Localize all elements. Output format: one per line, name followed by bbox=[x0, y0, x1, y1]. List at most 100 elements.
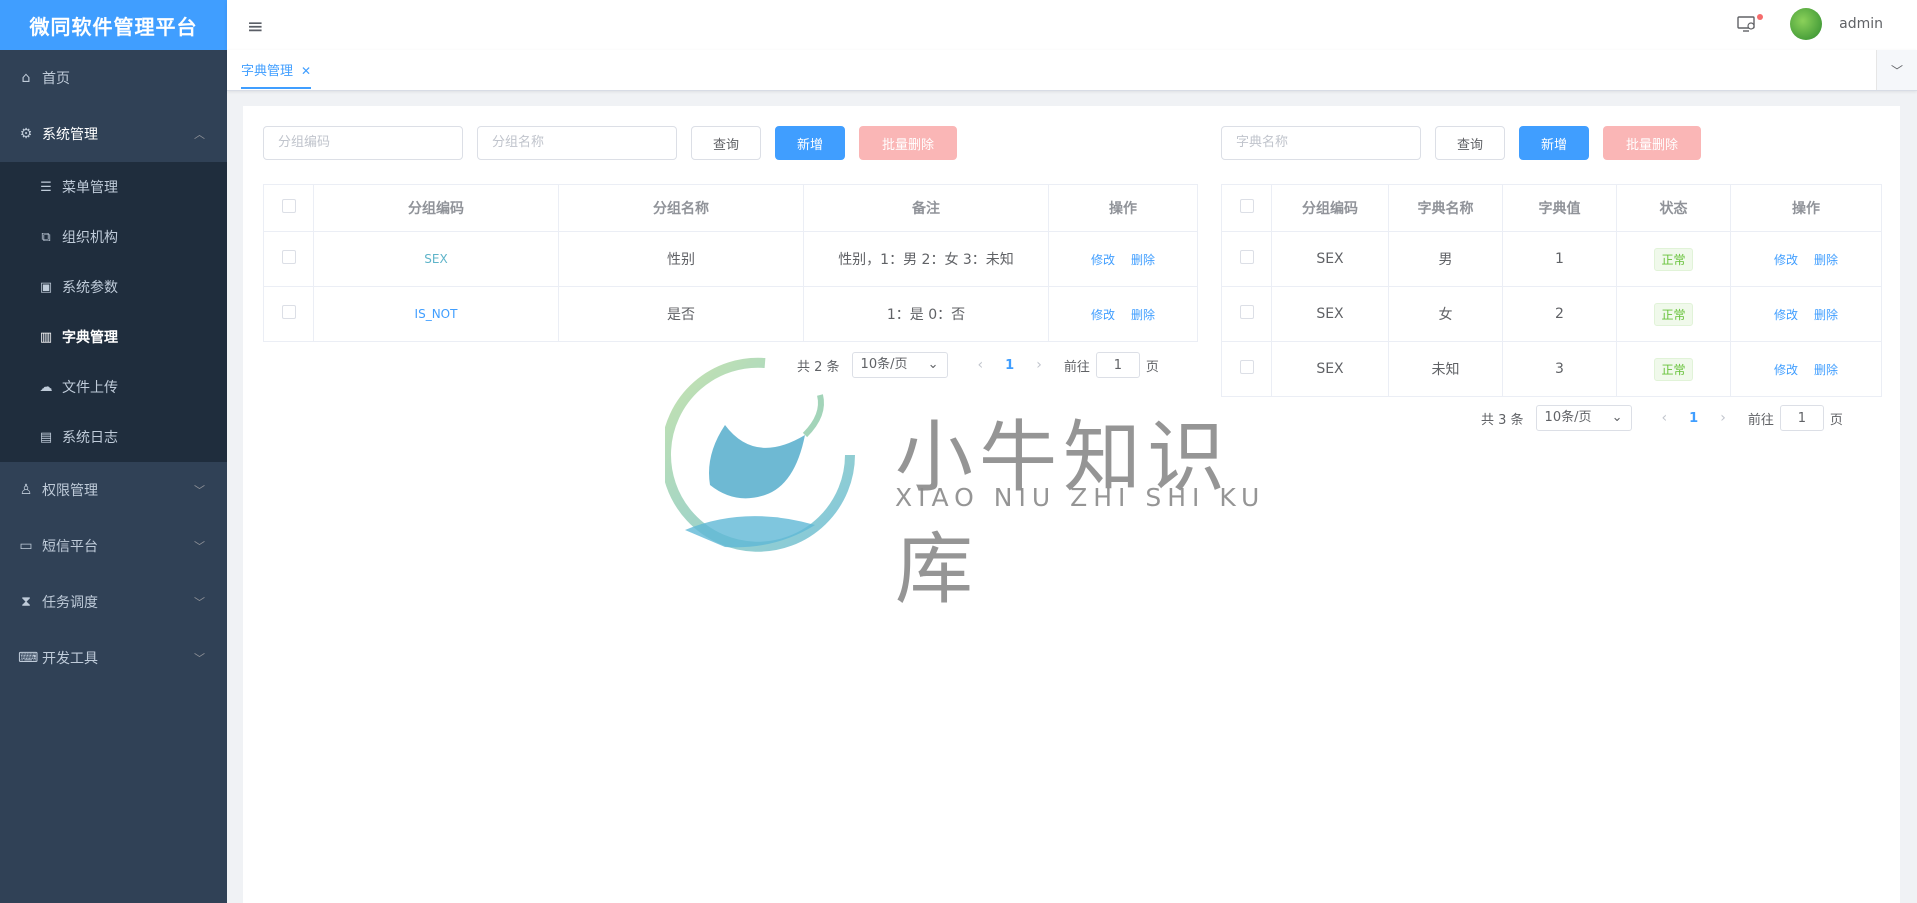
select-cell bbox=[1221, 231, 1272, 287]
left-query-button[interactable]: 查询 bbox=[691, 126, 761, 160]
sidebar-item-label: 系统日志 bbox=[62, 430, 118, 446]
row-checkbox[interactable] bbox=[281, 305, 296, 319]
delete-link[interactable]: 删除 bbox=[1814, 308, 1838, 322]
goto-label: 前往 bbox=[1063, 359, 1090, 375]
status-badge: 正常 bbox=[1654, 357, 1693, 381]
table-row[interactable]: SEX 男 1 正常 修改 删除 bbox=[1221, 231, 1882, 287]
gear-icon: ⚙ bbox=[19, 126, 33, 142]
row-checkbox[interactable] bbox=[1239, 305, 1254, 319]
action-cell: 修改 删除 bbox=[1730, 231, 1882, 287]
delete-link[interactable]: 删除 bbox=[1131, 253, 1155, 267]
current-page[interactable]: 1 bbox=[1689, 411, 1698, 426]
prev-page-icon[interactable]: ‹ bbox=[978, 357, 984, 373]
sidebar-item-home[interactable]: ⌂ 首页 bbox=[0, 50, 227, 106]
edit-link[interactable]: 修改 bbox=[1091, 308, 1115, 322]
edit-link[interactable]: 修改 bbox=[1091, 253, 1115, 267]
dict-name-input[interactable]: 字典名称 bbox=[1221, 126, 1421, 160]
group-code-input[interactable]: 分组编码 bbox=[263, 126, 463, 160]
select-all-checkbox[interactable] bbox=[1239, 199, 1254, 213]
select-cell bbox=[1221, 286, 1272, 342]
left-add-button[interactable]: 新增 bbox=[775, 126, 845, 160]
page-size-value: 10条/页 bbox=[1544, 410, 1592, 425]
page-size-select[interactable]: 10条/页 ⌄ bbox=[851, 352, 948, 378]
sidebar-item-menu[interactable]: ☰ 菜单管理 bbox=[0, 162, 227, 212]
sidebar-item-log[interactable]: ▤ 系统日志 bbox=[0, 412, 227, 462]
close-icon[interactable]: ✕ bbox=[301, 64, 311, 78]
table-row[interactable]: IS_NOT 是否 1：是 0：否 修改 删除 bbox=[263, 286, 1198, 342]
column-header: 分组编码 bbox=[1271, 184, 1389, 232]
delete-link[interactable]: 删除 bbox=[1131, 308, 1155, 322]
sidebar-item-system[interactable]: ⚙ 系统管理 ︿ bbox=[0, 106, 227, 162]
sidebar-item-devtools[interactable]: ⌨ 开发工具 ﹀ bbox=[0, 630, 227, 686]
edit-link[interactable]: 修改 bbox=[1774, 363, 1798, 377]
column-header: 分组编码 bbox=[313, 184, 559, 232]
select-cell bbox=[263, 286, 314, 342]
prev-page-icon[interactable]: ‹ bbox=[1662, 410, 1668, 426]
right-add-button[interactable]: 新增 bbox=[1519, 126, 1589, 160]
group-name-input[interactable]: 分组名称 bbox=[477, 126, 677, 160]
sidebar-item-dictionary[interactable]: ▥ 字典管理 bbox=[0, 312, 227, 362]
main-panel: 分组编码 分组名称 查询 新增 批量删除 分组编码 分组名称 备注 操作 SEX… bbox=[243, 106, 1900, 903]
name-cell: 性别 bbox=[558, 231, 804, 287]
value-cell: 3 bbox=[1502, 341, 1617, 397]
sidebar-item-permission[interactable]: ♙ 权限管理 ﹀ bbox=[0, 462, 227, 518]
log-icon: ▤ bbox=[39, 429, 53, 445]
table-row[interactable]: SEX 未知 3 正常 修改 删除 bbox=[1221, 341, 1882, 397]
delete-link[interactable]: 删除 bbox=[1814, 253, 1838, 267]
sidebar-item-params[interactable]: ▣ 系统参数 bbox=[0, 262, 227, 312]
right-query-button[interactable]: 查询 bbox=[1435, 126, 1505, 160]
page-size-select[interactable]: 10条/页 ⌄ bbox=[1535, 405, 1632, 431]
select-all-cell bbox=[263, 184, 314, 232]
tags-bar: 字典管理 ✕ ﹀ bbox=[227, 50, 1917, 91]
sidebar-item-org[interactable]: ⧉ 组织机构 bbox=[0, 212, 227, 262]
column-header: 操作 bbox=[1048, 184, 1198, 232]
group-code-link[interactable]: IS_NOT bbox=[415, 307, 458, 321]
notification-dot bbox=[1757, 14, 1763, 20]
row-checkbox[interactable] bbox=[1239, 250, 1254, 264]
screen-settings-icon[interactable] bbox=[1737, 14, 1757, 34]
table-row[interactable]: SEX 女 2 正常 修改 删除 bbox=[1221, 286, 1882, 342]
tab-dictionary[interactable]: 字典管理 ✕ bbox=[241, 60, 312, 89]
right-batch-delete-button[interactable]: 批量删除 bbox=[1603, 126, 1701, 160]
name-cell: 男 bbox=[1388, 231, 1503, 287]
column-header: 字典值 bbox=[1502, 184, 1617, 232]
chevron-down-icon: ⌄ bbox=[1611, 410, 1623, 425]
edit-link[interactable]: 修改 bbox=[1774, 308, 1798, 322]
table-row[interactable]: SEX 性别 性别，1：男 2：女 3：未知 修改 删除 bbox=[263, 231, 1198, 287]
page-unit-label: 页 bbox=[1829, 412, 1843, 428]
remark-cell: 1：是 0：否 bbox=[803, 286, 1049, 342]
chevron-up-icon: ︿ bbox=[194, 128, 205, 141]
row-checkbox[interactable] bbox=[1239, 360, 1254, 374]
select-all-checkbox[interactable] bbox=[281, 199, 296, 213]
sidebar-item-sms[interactable]: ▭ 短信平台 ﹀ bbox=[0, 518, 227, 574]
app-title: 微同软件管理平台 bbox=[0, 0, 227, 50]
code-cell: SEX bbox=[313, 231, 559, 287]
page-jump-input[interactable]: 1 bbox=[1095, 352, 1140, 378]
chevron-down-icon[interactable]: ﹀ bbox=[1876, 50, 1917, 90]
status-badge: 正常 bbox=[1654, 302, 1693, 326]
status-cell: 正常 bbox=[1616, 341, 1731, 397]
next-page-icon[interactable]: › bbox=[1720, 410, 1726, 426]
select-all-cell bbox=[1221, 184, 1272, 232]
name-cell: 女 bbox=[1388, 286, 1503, 342]
page-size-value: 10条/页 bbox=[860, 357, 908, 372]
delete-link[interactable]: 删除 bbox=[1814, 363, 1838, 377]
edit-link[interactable]: 修改 bbox=[1774, 253, 1798, 267]
status-cell: 正常 bbox=[1616, 231, 1731, 287]
current-page[interactable]: 1 bbox=[1005, 358, 1014, 373]
next-page-icon[interactable]: › bbox=[1036, 357, 1042, 373]
sidebar-item-task[interactable]: ⧗ 任务调度 ﹀ bbox=[0, 574, 227, 630]
group-code-link[interactable]: SEX bbox=[424, 252, 447, 266]
username[interactable]: admin bbox=[1839, 16, 1883, 32]
sidebar-item-label: 菜单管理 bbox=[62, 180, 118, 196]
row-checkbox[interactable] bbox=[281, 250, 296, 264]
hamburger-icon[interactable]: ≡ bbox=[247, 14, 264, 38]
left-batch-delete-button[interactable]: 批量删除 bbox=[859, 126, 957, 160]
column-header: 分组名称 bbox=[558, 184, 804, 232]
dictionary-table: 分组编码 字典名称 字典值 状态 操作 SEX 男 1 正常 修改 删除 SEX … bbox=[1221, 184, 1882, 397]
chevron-down-icon: ⌄ bbox=[927, 357, 939, 372]
sidebar-item-upload[interactable]: ☁ 文件上传 bbox=[0, 362, 227, 412]
page-jump-input[interactable]: 1 bbox=[1779, 405, 1824, 431]
total-count: 共 2 条 bbox=[797, 359, 840, 375]
avatar[interactable] bbox=[1790, 8, 1822, 40]
